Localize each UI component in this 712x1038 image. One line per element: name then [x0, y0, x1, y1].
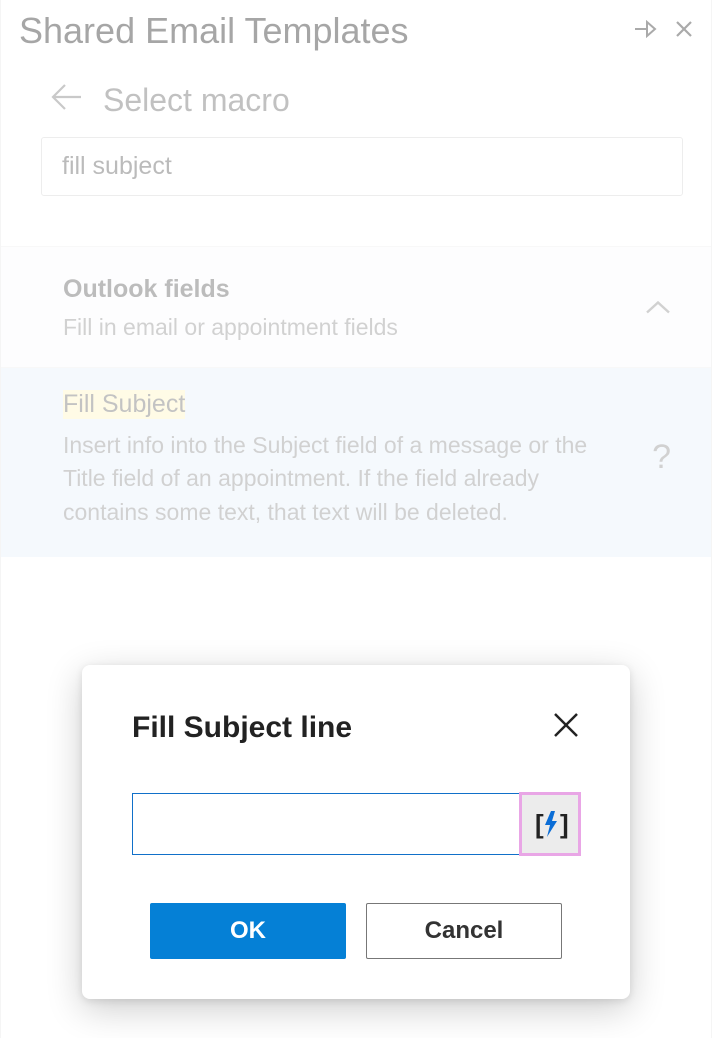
titlebar-actions [633, 20, 693, 42]
ok-button[interactable]: OK [150, 903, 346, 959]
subject-input[interactable] [133, 794, 521, 854]
app-title: Shared Email Templates [19, 10, 633, 52]
insert-macro-button[interactable]: [ ] [521, 794, 579, 854]
back-icon[interactable] [49, 83, 83, 119]
macro-description: Insert info into the Subject field of a … [63, 429, 683, 529]
close-icon[interactable] [552, 711, 580, 745]
group-title: Outlook fields [63, 275, 683, 304]
macro-item-fill-subject[interactable]: Fill Subject Insert info into the Subjec… [1, 368, 711, 557]
help-icon[interactable]: ? [652, 438, 671, 477]
page-header: Select macro [1, 52, 711, 137]
dialog-header: Fill Subject line [132, 711, 580, 745]
chevron-up-icon [645, 292, 671, 323]
svg-text:[: [ [535, 809, 544, 839]
subject-input-wrap: [ ] [132, 793, 580, 855]
svg-text:]: ] [560, 809, 569, 839]
group-description: Fill in email or appointment fields [63, 314, 683, 341]
fill-subject-dialog: Fill Subject line [ ] OK Cancel [82, 665, 630, 999]
dialog-title: Fill Subject line [132, 711, 552, 745]
macro-group-header[interactable]: Outlook fields Fill in email or appointm… [1, 246, 711, 368]
macro-title: Fill Subject [63, 390, 185, 419]
close-icon[interactable] [675, 20, 693, 42]
page-title: Select macro [103, 82, 290, 119]
titlebar: Shared Email Templates [1, 0, 711, 52]
search-input[interactable]: fill subject [41, 137, 683, 196]
dialog-buttons: OK Cancel [132, 903, 580, 959]
pin-icon[interactable] [633, 20, 657, 42]
cancel-button[interactable]: Cancel [366, 903, 562, 959]
